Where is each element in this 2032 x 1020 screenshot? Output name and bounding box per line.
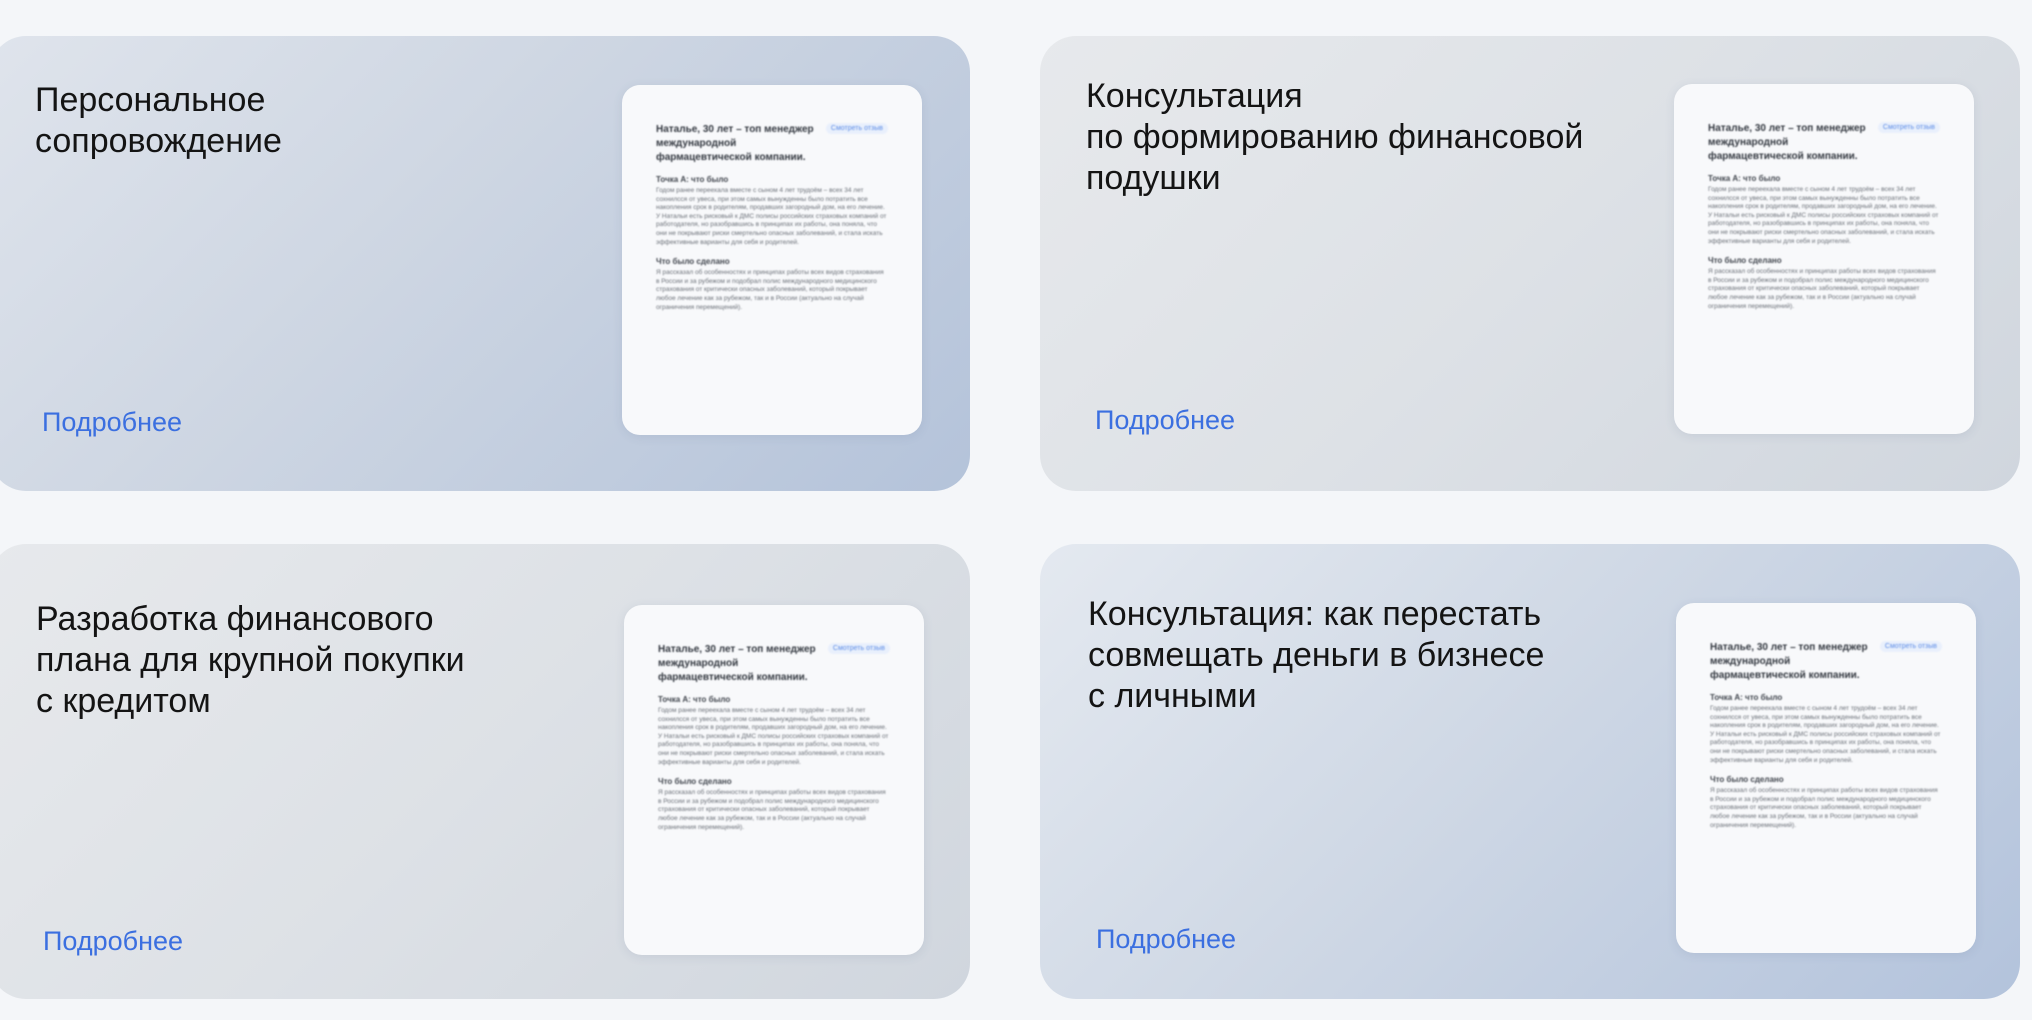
doc-section-b-text: Я рассказал об особенностях и принципах … — [1710, 787, 1938, 829]
doc-section-b-text: Я рассказал об особенностях и принципах … — [656, 269, 884, 311]
doc-section-b-title: Что было сделано — [658, 777, 732, 787]
doc-heading: Наталье, 30 лет – топ менеджер междунаро… — [656, 124, 814, 163]
doc-section-a-title: Точка А: что было — [656, 175, 729, 184]
card-title: Разработка финансового плана для крупной… — [36, 600, 465, 720]
doc-section-a-text: Годом ранее переехала вместе с сыном 4 л… — [658, 707, 889, 766]
doc-heading: Наталье, 30 лет – топ менеджер междунаро… — [1708, 123, 1866, 162]
review-document-preview: Смотреть отзыв Наталье, 30 лет – топ мен… — [1674, 84, 1974, 434]
doc-badge: Смотреть отзыв — [1877, 122, 1940, 133]
doc-section-b-title: Что было сделано — [1710, 775, 1784, 785]
doc-section-b-text: Я рассказал об особенностях и принципах … — [658, 789, 886, 831]
service-card-business-money[interactable]: Консультация: как перестать совмещать де… — [1040, 544, 2020, 999]
more-link[interactable]: Подробнее — [43, 926, 183, 957]
review-document-preview: Смотреть отзыв Наталье, 30 лет – топ мен… — [624, 605, 924, 955]
review-document-preview: Смотреть отзыв Наталье, 30 лет – топ мен… — [622, 85, 922, 435]
doc-section-b-title: Что было сделано — [1708, 256, 1782, 266]
doc-heading: Наталье, 30 лет – топ менеджер междунаро… — [658, 644, 816, 683]
doc-badge: Смотреть отзыв — [827, 643, 890, 654]
card-title: Консультация: как перестать совмещать де… — [1088, 595, 1545, 715]
doc-content: Смотреть отзыв Наталье, 30 лет – топ мен… — [1710, 641, 1942, 830]
doc-badge: Смотреть отзыв — [825, 123, 888, 134]
doc-heading: Наталье, 30 лет – топ менеджер междунаро… — [1710, 642, 1868, 681]
card-title: Персональное сопровождение — [35, 81, 282, 160]
doc-section-a-title: Точка А: что было — [658, 695, 731, 704]
doc-content: Смотреть отзыв Наталье, 30 лет – топ мен… — [1708, 122, 1940, 311]
doc-section-a-text: Годом ранее переехала вместе с сыном 4 л… — [1708, 186, 1939, 245]
more-link[interactable]: Подробнее — [1096, 924, 1236, 955]
more-link[interactable]: Подробнее — [42, 407, 182, 438]
doc-badge: Смотреть отзыв — [1879, 641, 1942, 652]
doc-content: Смотреть отзыв Наталье, 30 лет – топ мен… — [656, 123, 888, 312]
service-card-safety-cushion[interactable]: Консультация по формированию финансовой … — [1040, 36, 2020, 491]
doc-section-a-title: Точка А: что было — [1708, 174, 1781, 183]
doc-section-a-title: Точка А: что было — [1710, 693, 1783, 702]
service-card-personal-support[interactable]: Персональное сопровождение Смотреть отзы… — [0, 36, 970, 491]
doc-section-a-text: Годом ранее переехала вместе с сыном 4 л… — [656, 187, 887, 246]
doc-section-b-title: Что было сделано — [656, 257, 730, 267]
card-title: Консультация по формированию финансовой … — [1086, 77, 1584, 197]
service-card-purchase-plan[interactable]: Разработка финансового плана для крупной… — [0, 544, 970, 999]
doc-content: Смотреть отзыв Наталье, 30 лет – топ мен… — [658, 643, 890, 832]
doc-section-b-text: Я рассказал об особенностях и принципах … — [1708, 268, 1936, 310]
more-link[interactable]: Подробнее — [1095, 405, 1235, 436]
review-document-preview: Смотреть отзыв Наталье, 30 лет – топ мен… — [1676, 603, 1976, 953]
doc-section-a-text: Годом ранее переехала вместе с сыном 4 л… — [1710, 705, 1941, 764]
